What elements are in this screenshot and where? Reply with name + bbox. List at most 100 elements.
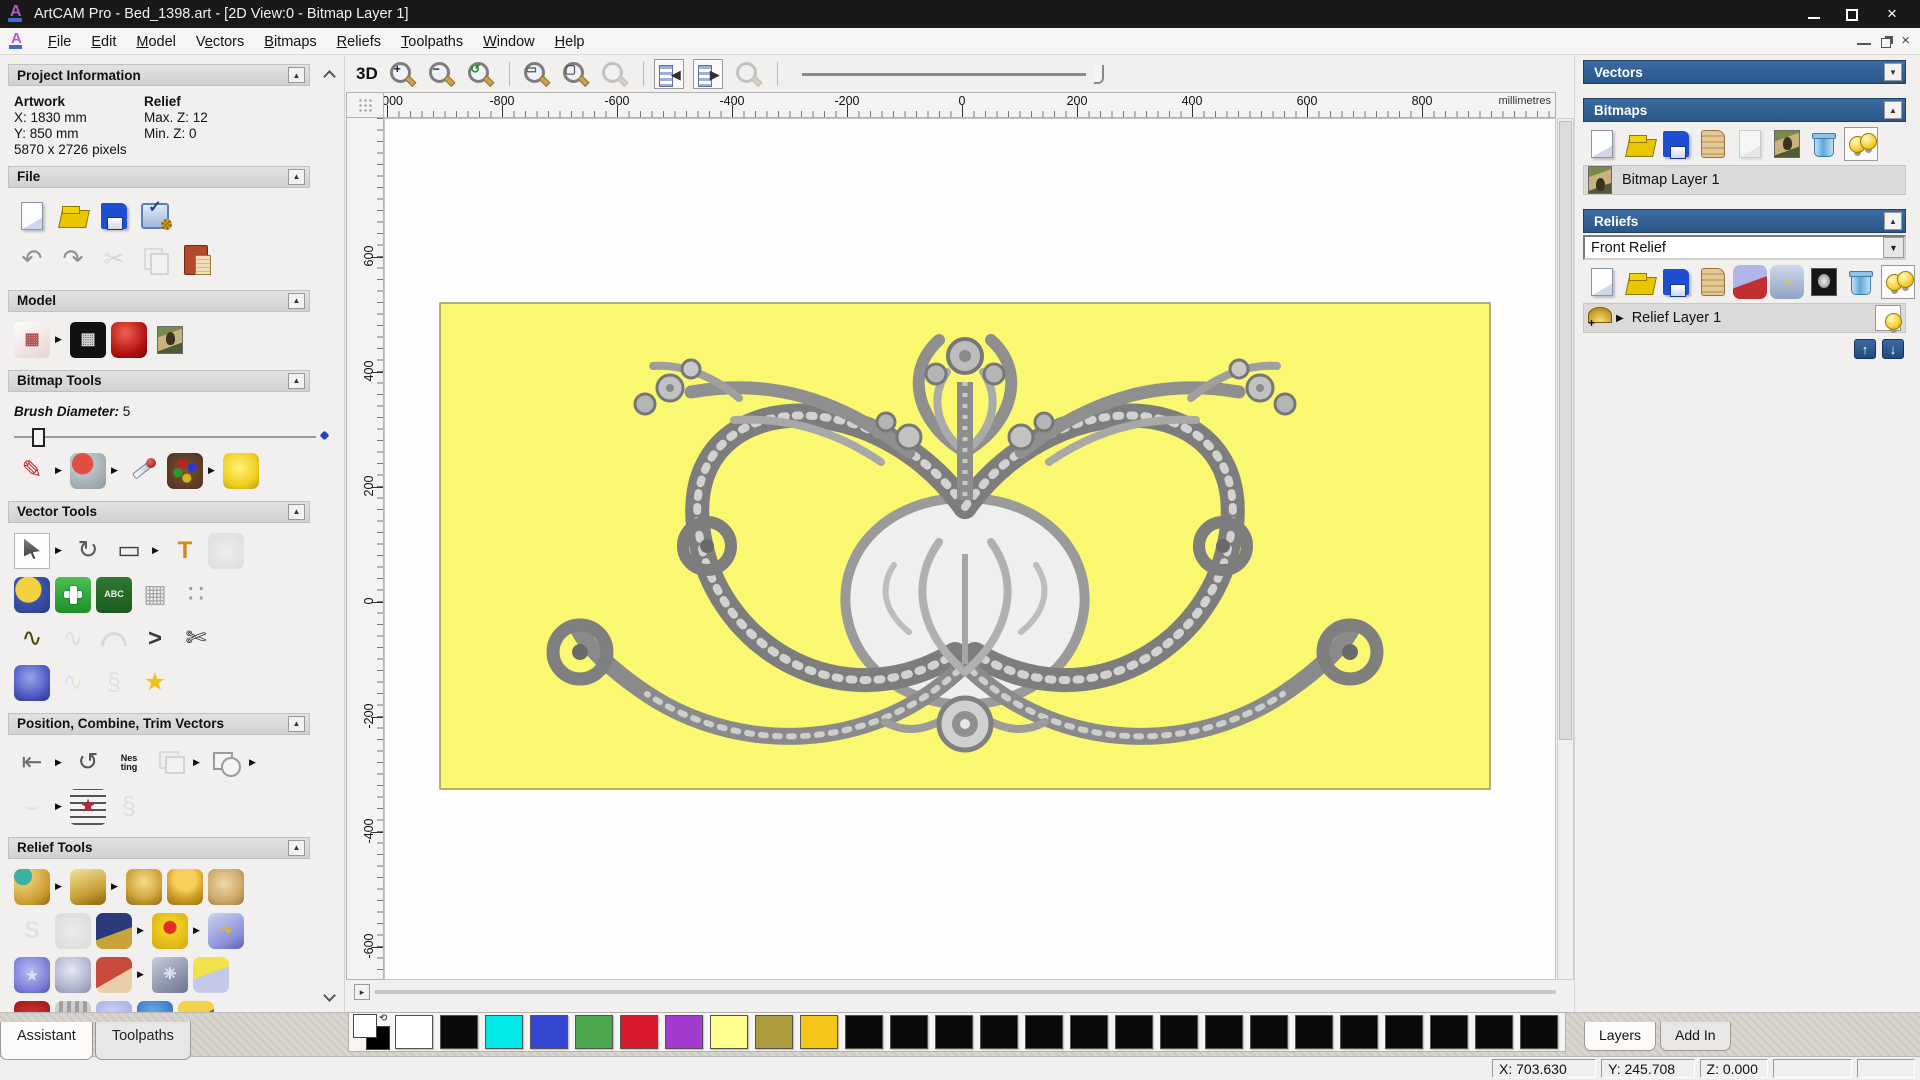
move-layer-up-button[interactable]: ↑ <box>1854 339 1876 359</box>
flood-fill-icon[interactable] <box>70 452 106 489</box>
palette-swatch-6[interactable] <box>665 1015 703 1049</box>
collapse-button[interactable]: ▲ <box>288 839 305 856</box>
canvas-horizontal-scrollbar[interactable] <box>374 990 1556 994</box>
spiral-icon[interactable]: § <box>111 789 147 825</box>
transform-vectors-icon[interactable]: ↻ <box>70 533 106 569</box>
close-button[interactable]: × <box>1884 5 1900 22</box>
redo-icon[interactable]: ↷ <box>55 242 91 278</box>
palette-swatch-15[interactable] <box>1070 1015 1108 1049</box>
palette-swatch-0[interactable] <box>395 1015 433 1049</box>
menu-bitmaps[interactable]: Bitmaps <box>254 30 326 54</box>
primary-secondary-colors[interactable]: ⟲ <box>353 1013 395 1050</box>
palette-swatch-11[interactable] <box>890 1015 928 1049</box>
panel-scrollbar[interactable] <box>320 56 342 1012</box>
sculpt-relief-icon[interactable] <box>208 868 244 905</box>
toggle-bitmap-view-icon[interactable]: ◀ <box>653 59 684 89</box>
extrude-relief-icon[interactable]: ★ <box>14 956 50 993</box>
offset-vector-icon[interactable]: § <box>96 665 132 701</box>
flyout-arrow-icon[interactable]: ▶ <box>193 757 205 768</box>
relief-from-image-icon[interactable] <box>96 912 132 949</box>
slider-handle[interactable] <box>32 427 45 447</box>
merge-relief-layers-icon[interactable] <box>1696 265 1730 299</box>
smart-engrave-icon[interactable]: S <box>14 913 50 949</box>
relief-tool-a-icon[interactable] <box>14 1000 50 1012</box>
canvas-vertical-scrollbar[interactable] <box>1557 118 1574 980</box>
palette-swatch-2[interactable] <box>485 1015 523 1049</box>
weld-vectors-icon[interactable] <box>208 745 244 781</box>
collapse-reliefs-button[interactable]: ▲ <box>1884 212 1902 230</box>
save-bitmap-layer-icon[interactable] <box>1659 127 1693 161</box>
palette-swatch-25[interactable] <box>1520 1015 1558 1049</box>
menu-help[interactable]: Help <box>545 30 595 54</box>
options-icon[interactable]: ✓ <box>137 198 173 234</box>
block-copy-icon[interactable]: ∷ <box>178 577 214 613</box>
delete-relief-layer-icon[interactable] <box>1844 265 1878 299</box>
zoom-slider-handle[interactable] <box>1093 65 1104 84</box>
menu-reliefs[interactable]: Reliefs <box>327 30 391 54</box>
menu-file[interactable]: File <box>38 30 81 54</box>
mdi-minimize-button[interactable] <box>1857 37 1872 45</box>
iso-form-icon[interactable] <box>14 868 50 905</box>
relief-layer-row[interactable]: + ▶ Relief Layer 1 <box>1583 303 1906 333</box>
adjust-model-icon[interactable]: ▦ <box>70 321 106 358</box>
scroll-down-icon[interactable] <box>323 989 336 1002</box>
zoom-previous-icon[interactable]: ↺ <box>464 59 494 89</box>
flyout-arrow-icon[interactable]: ▶ <box>55 881 67 892</box>
group-vectors-icon[interactable] <box>152 745 188 781</box>
relief-select-dropdown[interactable]: Front Relief ▼ <box>1583 235 1906 260</box>
palette-swatch-3[interactable] <box>530 1015 568 1049</box>
zoom-in-icon[interactable]: + <box>386 59 416 89</box>
open-model-icon[interactable] <box>55 198 91 234</box>
offset-relief-icon[interactable]: ↷ <box>208 912 244 949</box>
relief-preview-icon[interactable]: • <box>1770 265 1804 299</box>
star-wizard-icon[interactable]: ★ <box>137 665 173 701</box>
zoom-slider[interactable] <box>801 63 1112 85</box>
toggle-all-relief-visibility-icon[interactable] <box>1881 265 1915 299</box>
ruler-origin[interactable] <box>346 92 384 118</box>
palette-swatch-9[interactable] <box>800 1015 838 1049</box>
brush-diameter-slider[interactable] <box>14 427 330 447</box>
palette-swatch-20[interactable] <box>1295 1015 1333 1049</box>
palette-swatch-22[interactable] <box>1385 1015 1423 1049</box>
texture-image-icon[interactable] <box>152 322 188 358</box>
pane-splitter-button[interactable]: ▸ <box>354 984 370 1000</box>
relief-tool-b-icon[interactable] <box>55 1000 91 1012</box>
slice-relief-icon[interactable] <box>96 956 132 993</box>
palette-swatch-10[interactable] <box>845 1015 883 1049</box>
create-polyline-icon[interactable]: ∿ <box>14 621 50 657</box>
freehand-draw-icon[interactable]: ∿ <box>55 621 91 657</box>
flyout-arrow-icon[interactable]: ▶ <box>111 881 123 892</box>
menu-model[interactable]: Model <box>126 30 186 54</box>
smooth-relief-icon[interactable] <box>126 868 162 905</box>
mdi-restore-button[interactable] <box>1881 37 1892 48</box>
open-bitmap-layer-icon[interactable] <box>1622 127 1656 161</box>
relief-tool-c-icon[interactable] <box>96 1000 132 1012</box>
text-on-curve-icon[interactable]: ↺ <box>70 745 106 781</box>
node-editing-icon[interactable] <box>55 576 91 613</box>
flyout-arrow-icon[interactable]: ▶ <box>111 465 123 476</box>
bitmap-layer-row[interactable]: Bitmap Layer 1 <box>1583 165 1906 195</box>
flyout-arrow-icon[interactable]: ▶ <box>55 545 67 556</box>
zoom-out-icon[interactable]: − <box>425 59 455 89</box>
relief-tool-e-icon[interactable] <box>178 1000 214 1012</box>
create-rectangle-icon[interactable]: ▭ <box>111 533 147 569</box>
new-model-icon[interactable] <box>14 198 50 234</box>
mushroom-relief-icon[interactable] <box>167 868 203 905</box>
tab-layers[interactable]: Layers <box>1584 1022 1657 1051</box>
nesting-icon[interactable]: Nes ting <box>111 745 147 781</box>
greyscale-relief-icon[interactable] <box>1807 265 1841 299</box>
menu-edit[interactable]: Edit <box>81 30 126 54</box>
move-layer-down-button[interactable]: ↓ <box>1882 339 1904 359</box>
collapse-button[interactable]: ▲ <box>288 372 305 389</box>
measure-icon[interactable] <box>208 532 244 569</box>
palette-icon[interactable] <box>167 452 203 489</box>
menu-window[interactable]: Window <box>473 30 545 54</box>
collapse-button[interactable]: ▲ <box>288 715 305 732</box>
emboss-relief-icon[interactable]: ❈ <box>152 956 188 993</box>
palette-swatch-5[interactable] <box>620 1015 658 1049</box>
two-rail-sweep-icon[interactable] <box>152 912 188 949</box>
swap-colors-icon[interactable]: ⟲ <box>379 1013 387 1024</box>
zoom-box-icon[interactable]: ▭ <box>520 59 550 89</box>
paint-brush-icon[interactable]: ✎ <box>14 453 50 489</box>
flyout-arrow-icon[interactable]: ▶ <box>208 465 220 476</box>
